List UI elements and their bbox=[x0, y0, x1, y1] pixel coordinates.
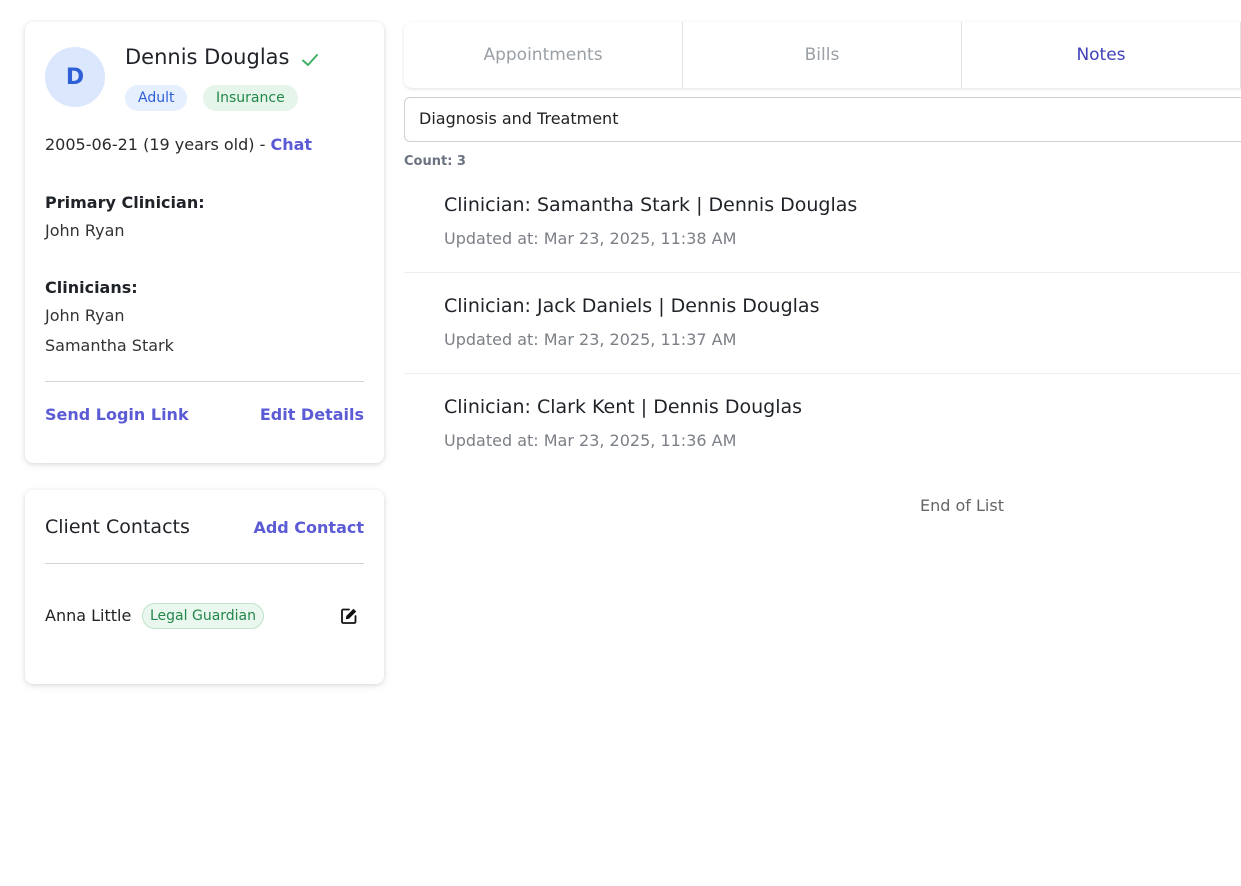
note-list-item[interactable]: Clinician: Samantha Stark | Dennis Dougl… bbox=[404, 172, 1241, 273]
contacts-title: Client Contacts bbox=[45, 516, 190, 538]
note-updated-at: Updated at: Mar 23, 2025, 11:36 AM bbox=[444, 431, 737, 450]
insurance-badge: Insurance bbox=[203, 85, 298, 111]
dob-text: 2005-06-21 (19 years old) - bbox=[45, 135, 271, 154]
tab-bills[interactable]: Bills bbox=[683, 22, 962, 88]
chat-link[interactable]: Chat bbox=[270, 135, 312, 154]
notes-count: Count: 3 bbox=[404, 154, 466, 169]
clinician-item: Samantha Stark bbox=[45, 336, 174, 355]
end-of-list-text: End of List bbox=[920, 496, 1004, 515]
note-title: Clinician: Jack Daniels | Dennis Douglas bbox=[444, 295, 820, 317]
primary-clinician-label: Primary Clinician: bbox=[45, 193, 205, 212]
note-list-item[interactable]: Clinician: Jack Daniels | Dennis Douglas… bbox=[404, 273, 1241, 374]
contact-name: Anna Little bbox=[45, 606, 132, 625]
note-updated-at: Updated at: Mar 23, 2025, 11:38 AM bbox=[444, 229, 737, 248]
note-type-select[interactable]: Diagnosis and Treatment bbox=[404, 97, 1241, 142]
tab-appointments[interactable]: Appointments bbox=[404, 22, 683, 88]
clinician-item: John Ryan bbox=[45, 306, 125, 325]
tab-bar: Appointments Bills Notes bbox=[404, 22, 1241, 88]
client-name: Dennis Douglas bbox=[125, 45, 290, 69]
client-contacts-card: Client Contacts Add Contact Anna Little … bbox=[25, 490, 384, 684]
avatar-initial: D bbox=[65, 64, 85, 90]
edit-details-button[interactable]: Edit Details bbox=[260, 405, 364, 424]
note-updated-at: Updated at: Mar 23, 2025, 11:37 AM bbox=[444, 330, 737, 349]
contact-role-badge: Legal Guardian bbox=[142, 603, 265, 629]
avatar: D bbox=[45, 47, 105, 107]
note-list-item[interactable]: Clinician: Clark Kent | Dennis Douglas U… bbox=[404, 374, 1241, 475]
divider bbox=[45, 381, 364, 382]
adult-badge: Adult bbox=[125, 85, 188, 111]
clinicians-label: Clinicians: bbox=[45, 278, 138, 297]
tab-notes[interactable]: Notes bbox=[962, 22, 1241, 88]
add-contact-button[interactable]: Add Contact bbox=[253, 518, 364, 537]
note-title: Clinician: Clark Kent | Dennis Douglas bbox=[444, 396, 803, 418]
edit-icon[interactable] bbox=[340, 607, 358, 629]
check-icon bbox=[301, 52, 319, 72]
primary-clinician-value: John Ryan bbox=[45, 221, 125, 240]
send-login-link-button[interactable]: Send Login Link bbox=[45, 405, 189, 424]
client-profile-card: D Dennis Douglas Adult Insurance 2005-06… bbox=[25, 22, 384, 463]
divider bbox=[45, 563, 364, 564]
note-title: Clinician: Samantha Stark | Dennis Dougl… bbox=[444, 194, 858, 216]
date-of-birth: 2005-06-21 (19 years old) - Chat bbox=[45, 135, 312, 154]
